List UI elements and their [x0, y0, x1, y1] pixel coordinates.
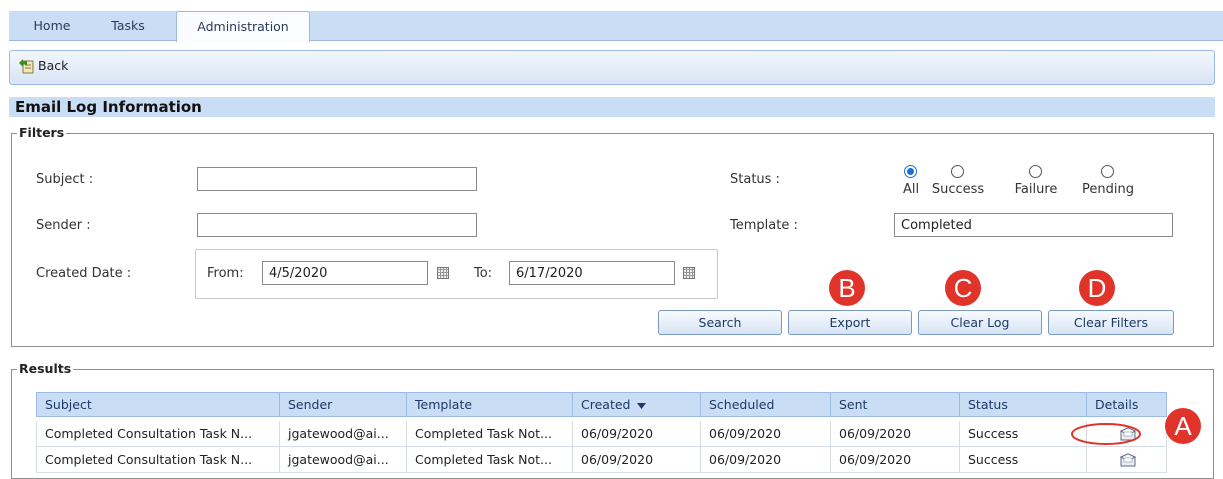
export-button[interactable]: Export	[788, 310, 912, 335]
from-date-input[interactable]	[262, 261, 428, 285]
tab-tasks[interactable]: Tasks	[104, 11, 152, 41]
tab-home[interactable]: Home	[28, 11, 76, 41]
status-radio-failure[interactable]	[1029, 165, 1042, 178]
template-label: Template :	[730, 218, 798, 233]
cell-template: Completed Task Not...	[407, 447, 573, 473]
filters-legend: Filters	[17, 125, 67, 140]
column-header-template[interactable]: Template	[407, 392, 573, 417]
callout-marker-a: A	[1165, 408, 1201, 444]
column-header-created[interactable]: Created	[573, 392, 701, 417]
cell-created: 06/09/2020	[573, 421, 701, 447]
cell-sent: 06/09/2020	[831, 421, 960, 447]
column-header-subject[interactable]: Subject	[36, 392, 280, 417]
column-header-created-label: Created	[581, 397, 631, 412]
from-label: From:	[207, 266, 244, 281]
status-radio-all[interactable]	[904, 165, 917, 178]
created-date-label: Created Date :	[36, 266, 132, 281]
clear-filters-button[interactable]: Clear Filters	[1048, 310, 1174, 335]
column-header-sender[interactable]: Sender	[280, 392, 407, 417]
subject-input[interactable]	[197, 167, 477, 191]
column-header-scheduled[interactable]: Scheduled	[701, 392, 831, 417]
subject-label: Subject :	[36, 172, 94, 187]
cell-scheduled: 06/09/2020	[701, 447, 831, 473]
search-button[interactable]: Search	[658, 310, 782, 335]
column-header-details[interactable]: Details	[1087, 392, 1167, 417]
cell-sender: jgatewood@ai...	[280, 421, 407, 447]
sender-label: Sender :	[36, 218, 91, 233]
cell-template: Completed Task Not...	[407, 421, 573, 447]
status-success-label: Success	[931, 182, 985, 197]
status-label: Status :	[730, 172, 780, 187]
column-header-sent[interactable]: Sent	[831, 392, 960, 417]
results-legend: Results	[17, 361, 74, 376]
callout-marker-d: D	[1079, 270, 1115, 306]
calendar-icon[interactable]	[437, 267, 449, 279]
status-radio-pending[interactable]	[1101, 165, 1114, 178]
to-date-input[interactable]	[509, 261, 675, 285]
cell-subject: Completed Consultation Task N...	[36, 447, 280, 473]
status-pending-label: Pending	[1082, 182, 1134, 197]
details-envelope-icon[interactable]	[1120, 453, 1136, 467]
cell-sent: 06/09/2020	[831, 447, 960, 473]
toolbar	[9, 50, 1215, 85]
calendar-icon[interactable]	[683, 267, 695, 279]
tab-administration[interactable]: Administration	[176, 11, 310, 42]
page-title: Email Log Information	[9, 97, 1215, 117]
clear-log-button[interactable]: Clear Log	[918, 310, 1042, 335]
status-radio-success[interactable]	[951, 165, 964, 178]
sort-desc-icon	[637, 402, 647, 409]
back-label: Back	[38, 58, 69, 73]
back-button[interactable]: Back	[16, 55, 80, 77]
callout-marker-c: C	[945, 270, 981, 306]
cell-created: 06/09/2020	[573, 447, 701, 473]
sender-input[interactable]	[197, 213, 477, 237]
cell-subject: Completed Consultation Task N...	[36, 421, 280, 447]
to-label: To:	[474, 266, 493, 281]
cell-sender: jgatewood@ai...	[280, 447, 407, 473]
cell-status: Success	[960, 447, 1087, 473]
cell-scheduled: 06/09/2020	[701, 421, 831, 447]
status-failure-label: Failure	[1014, 182, 1058, 197]
template-input[interactable]	[894, 213, 1173, 237]
callout-marker-b: B	[829, 270, 865, 306]
back-icon	[19, 59, 34, 74]
column-header-status[interactable]: Status	[960, 392, 1087, 417]
highlight-ellipse	[1071, 423, 1141, 445]
